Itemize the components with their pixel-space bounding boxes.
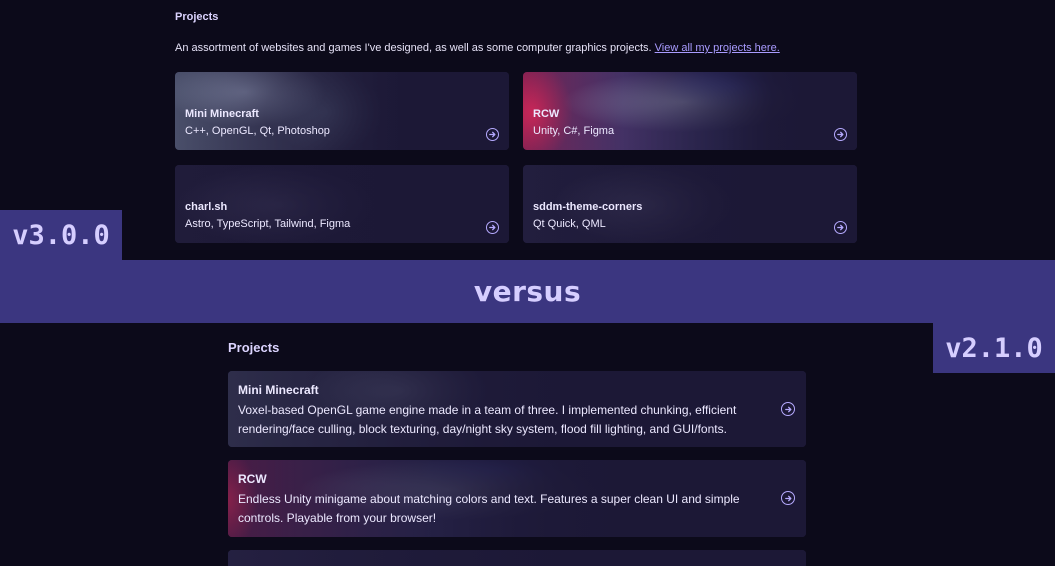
v3-project-card-sddm-theme-corners[interactable]: sddm-theme-corners Qt Quick, QML — [523, 165, 857, 243]
project-tech: C++, OpenGL, Qt, Photoshop — [185, 125, 330, 137]
project-name: RCW — [238, 472, 267, 486]
view-all-projects-link[interactable]: View all my projects here. — [655, 42, 780, 54]
project-name: Mini Minecraft — [238, 383, 319, 397]
project-name: Mini Minecraft — [185, 108, 259, 120]
v2-project-card-rcw[interactable]: RCW Endless Unity minigame about matchin… — [228, 460, 806, 537]
arrow-circle-right-icon[interactable] — [486, 128, 499, 141]
project-name: charl.sh — [185, 201, 228, 213]
v3-project-card-mini-minecraft[interactable]: Mini Minecraft C++, OpenGL, Qt, Photosho… — [175, 72, 509, 150]
version-tag-v2: v2.1.0 — [933, 323, 1055, 373]
project-thumbnail — [228, 550, 806, 566]
v3-project-card-charl-sh[interactable]: charl.sh Astro, TypeScript, Tailwind, Fi… — [175, 165, 509, 243]
v3-description-text: An assortment of websites and games I've… — [175, 42, 652, 54]
project-thumbnail — [523, 72, 857, 150]
version-tag-v3: v3.0.0 — [0, 210, 122, 260]
project-description: Endless Unity minigame about matching co… — [238, 492, 740, 525]
v3-section-description: An assortment of websites and games I've… — [175, 42, 780, 54]
arrow-circle-right-icon[interactable] — [834, 128, 847, 141]
project-name: RCW — [533, 108, 560, 120]
v2-project-card-mini-minecraft[interactable]: Mini Minecraft Voxel-based OpenGL game e… — [228, 371, 806, 447]
project-tech: Astro, TypeScript, Tailwind, Figma — [185, 218, 351, 230]
versus-banner: versus — [0, 260, 1055, 323]
project-tech: Unity, C#, Figma — [533, 125, 615, 137]
project-name: sddm-theme-corners — [533, 201, 643, 213]
v2-project-card-partial[interactable] — [228, 550, 806, 566]
versus-label: versus — [473, 275, 582, 308]
arrow-circle-right-icon[interactable] — [781, 491, 795, 505]
v2-section-title: Projects — [228, 340, 280, 355]
arrow-circle-right-icon[interactable] — [781, 402, 795, 416]
project-tech: Qt Quick, QML — [533, 218, 606, 230]
v3-project-card-rcw[interactable]: RCW Unity, C#, Figma — [523, 72, 857, 150]
arrow-circle-right-icon[interactable] — [486, 221, 499, 234]
project-description: Voxel-based OpenGL game engine made in a… — [238, 403, 737, 436]
v3-section-title: Projects — [175, 11, 219, 23]
arrow-circle-right-icon[interactable] — [834, 221, 847, 234]
